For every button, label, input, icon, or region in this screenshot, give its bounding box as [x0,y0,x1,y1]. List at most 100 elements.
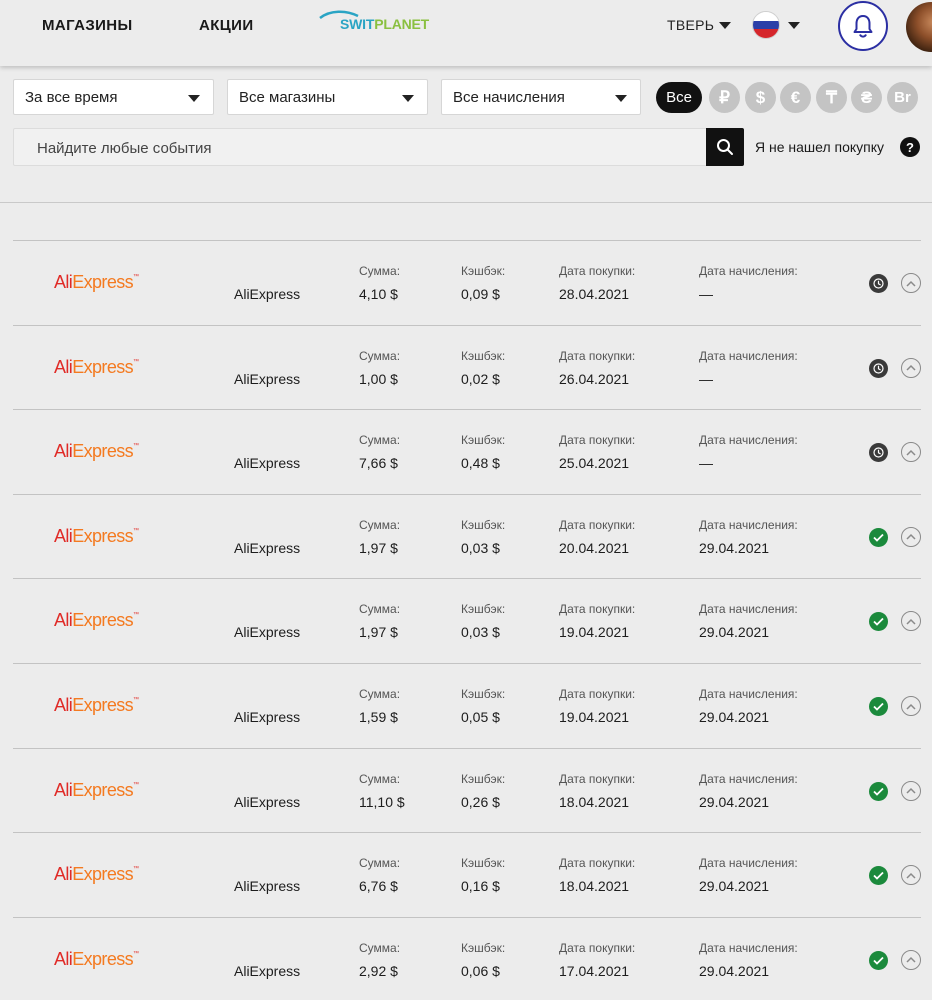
amount-value: 1,59 $ [359,709,398,725]
accrual-date-label: Дата начисления: [699,433,798,448]
transaction-row[interactable]: AliExpress™ AliExpress Сумма: 4,10 $ Кэш… [13,240,921,324]
period-chevron-down-icon [188,95,200,102]
currency-filter-rub[interactable]: ₽ [709,82,740,113]
purchase-date-value: 28.04.2021 [559,286,630,302]
cashback-label: Кэшбэк: [461,856,506,871]
store-name: AliExpress [234,539,301,556]
accrual-date-value: — [699,370,713,387]
search-input[interactable]: Найдите любые события [13,128,706,166]
logo-text-part1: Ali [54,695,73,715]
expand-chevron-up-icon[interactable] [901,611,921,632]
user-avatar[interactable] [906,2,932,52]
language-chevron-down-icon[interactable] [788,22,800,29]
currency-filter-kzt[interactable]: ₸ [816,82,847,113]
store-name: AliExpress [234,793,301,810]
amount-value: 7,66 $ [359,455,398,472]
expand-chevron-up-icon[interactable] [901,526,921,547]
city-selector[interactable]: ТВЕРЬ [667,17,714,33]
expand-chevron-up-icon[interactable] [901,273,921,293]
expand-chevron-up-icon[interactable] [901,357,921,378]
logo-text-part2: Express [72,695,134,715]
accrual-date-label: Дата начисления: [699,264,798,278]
status-icon [869,358,888,378]
cashback-value: 0,09 $ [461,286,500,302]
transaction-row[interactable]: AliExpress™ AliExpress Сумма: 6,76 $ Кэш… [13,832,921,916]
transaction-row[interactable]: AliExpress™ AliExpress Сумма: 7,66 $ Кэш… [13,409,921,493]
check-icon [873,787,884,796]
aliexpress-logo: AliExpress™ [54,611,139,629]
store-name: AliExpress [234,286,301,302]
purchase-not-found-link[interactable]: Я не нашел покупку [755,139,884,155]
transaction-row[interactable]: AliExpress™ AliExpress Сумма: 2,92 $ Кэш… [13,916,921,1000]
transaction-row[interactable]: AliExpress™ AliExpress Сумма: 1,59 $ Кэш… [13,663,921,747]
logo-text-part1: Ali [54,948,73,969]
transaction-row[interactable]: AliExpress™ AliExpress Сумма: 1,97 $ Кэш… [13,493,921,578]
accruals-select[interactable]: Все начисления [441,79,641,115]
store-name: AliExpress [234,962,301,979]
status-icon [869,697,888,716]
cashback-label: Кэшбэк: [461,348,506,363]
expand-chevron-up-icon[interactable] [901,780,921,801]
expand-chevron-up-icon[interactable] [901,949,921,970]
currency-filter-eur[interactable]: € [780,82,811,113]
switplanet-logo[interactable]: SWITPLANET [318,10,430,36]
purchase-date-label: Дата покупки: [559,348,636,363]
amount-value: 4,10 $ [359,286,398,302]
period-select[interactable]: За все время [13,79,214,115]
amount-label: Сумма: [359,771,401,786]
amount-label: Сумма: [359,856,401,871]
accrual-date-value: 29.04.2021 [699,962,770,979]
expand-chevron-up-icon[interactable] [901,865,921,886]
nav-shops-link[interactable]: МАГАЗИНЫ [42,17,133,34]
expand-chevron-up-icon[interactable] [901,696,921,716]
cashback-value: 0,16 $ [461,878,500,895]
aliexpress-logo: AliExpress™ [54,948,139,969]
trademark-mark: ™ [133,781,139,788]
logo-text-part2: Express [72,441,134,462]
logo-text-part2: Express [72,525,134,546]
accrual-date-label: Дата начисления: [699,771,798,786]
transaction-row[interactable]: AliExpress™ AliExpress Сумма: 1,00 $ Кэш… [13,324,921,409]
trademark-mark: ™ [133,697,139,703]
shops-chevron-down-icon [402,95,414,102]
currency-filter-byn[interactable]: Br [887,82,918,113]
logo-text-part2: Express [72,864,134,885]
amount-value: 1,97 $ [359,624,398,641]
expand-chevron-up-icon[interactable] [901,442,921,463]
currency-filter-uah[interactable]: ₴ [851,82,882,113]
nav-promos-link[interactable]: АКЦИИ [199,17,254,34]
status-icon [869,781,888,801]
trademark-mark: ™ [133,274,139,280]
purchase-date-label: Дата покупки: [559,517,636,532]
accrual-date-value: — [699,286,713,302]
notifications-button[interactable] [838,1,888,51]
check-icon [873,956,884,965]
clock-icon [873,278,884,289]
accrual-date-value: 29.04.2021 [699,793,770,810]
aliexpress-logo: AliExpress™ [54,358,139,376]
purchase-date-label: Дата покупки: [559,940,636,955]
shops-select[interactable]: Все магазины [227,79,428,115]
status-icon [869,612,888,632]
purchase-date-value: 17.04.2021 [559,962,630,979]
search-button[interactable] [706,128,744,166]
trademark-mark: ™ [133,866,139,873]
help-icon[interactable]: ? [900,137,920,157]
cashback-value: 0,26 $ [461,793,500,810]
transaction-row[interactable]: AliExpress™ AliExpress Сумма: 11,10 $ Кэ… [13,747,921,832]
amount-label: Сумма: [359,687,401,701]
aliexpress-logo: AliExpress™ [54,864,139,885]
check-icon [873,533,884,542]
logo-text-part1: SWIT [340,16,375,32]
transaction-row[interactable]: AliExpress™ AliExpress Сумма: 1,97 $ Кэш… [13,578,921,662]
city-chevron-down-icon[interactable] [719,22,731,29]
currency-filter-all[interactable]: Все [656,82,702,113]
currency-filter-usd[interactable]: $ [745,82,776,113]
cashback-label: Кэшбэк: [461,264,506,278]
logo-text-part2: Express [72,779,134,800]
purchase-date-value: 26.04.2021 [559,370,630,387]
amount-label: Сумма: [359,348,401,363]
russia-flag-icon[interactable] [752,11,780,39]
amount-value: 6,76 $ [359,878,398,895]
cashback-label: Кэшбэк: [461,687,506,701]
